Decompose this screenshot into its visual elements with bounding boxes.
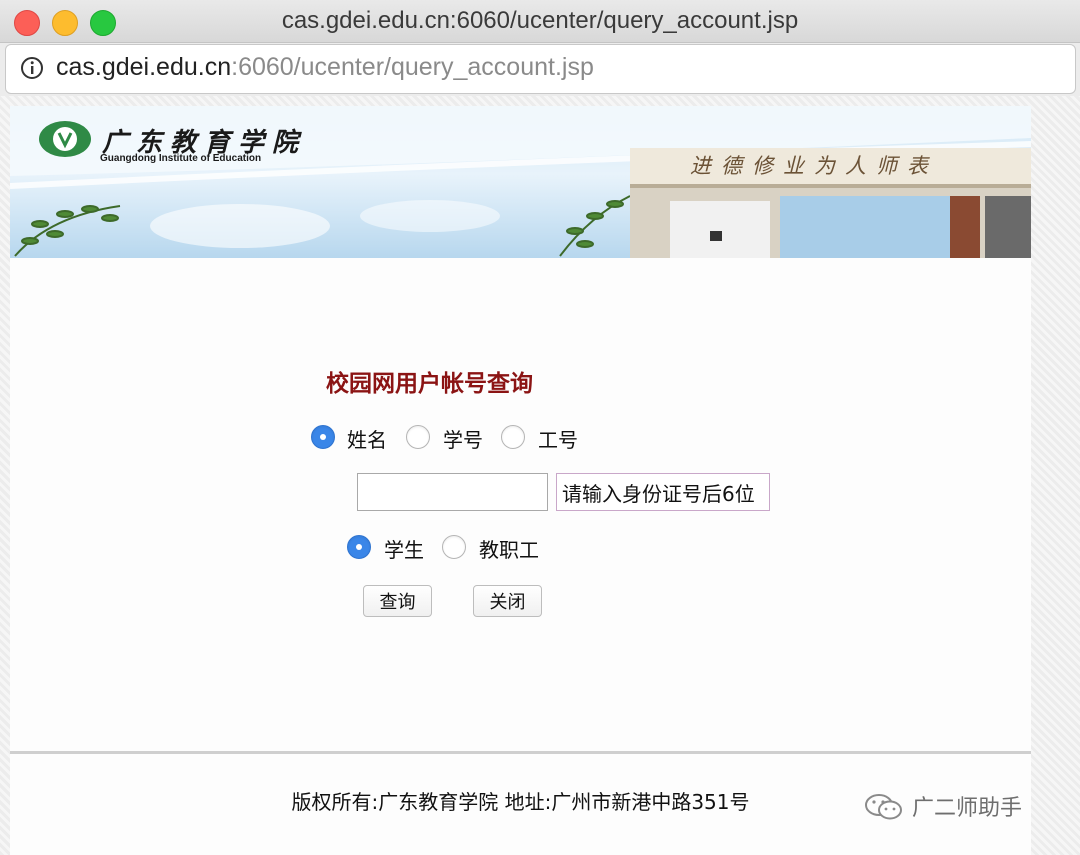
radio-label-staff-id: 工号 — [538, 428, 578, 452]
window-titlebar: cas.gdei.edu.cn:6060/ucenter/query_accou… — [0, 0, 1080, 43]
radio-label-staff: 教职工 — [479, 538, 539, 562]
form-title: 校园网用户帐号查询 — [326, 371, 533, 397]
id-number-hint-field[interactable]: 请输入身份证号后6位 — [556, 473, 770, 511]
name-input[interactable] — [357, 473, 548, 511]
info-icon[interactable] — [20, 56, 44, 80]
url-text[interactable]: cas.gdei.edu.cn:6060/ucenter/query_accou… — [56, 53, 594, 82]
query-button[interactable]: 查询 — [363, 585, 432, 617]
watermark-text: 广二师助手 — [912, 796, 1023, 821]
radio-query-staff-id[interactable] — [501, 425, 525, 449]
radio-user-student[interactable] — [347, 535, 371, 559]
radio-user-staff[interactable] — [442, 535, 466, 559]
wechat-icon — [865, 794, 902, 820]
radio-label-student: 学生 — [384, 538, 424, 562]
window-title: cas.gdei.edu.cn:6060/ucenter/query_accou… — [281, 7, 799, 34]
address-bar[interactable]: cas.gdei.edu.cn:6060/ucenter/query_accou… — [5, 44, 1076, 94]
close-button[interactable]: 关闭 — [473, 585, 542, 617]
url-path: :6060/ucenter/query_account.jsp — [231, 53, 594, 81]
radio-query-name[interactable] — [311, 425, 335, 449]
school-banner: 广东教育学院 Guangdong Institute of Education … — [10, 106, 1031, 258]
url-host: cas.gdei.edu.cn — [56, 53, 232, 81]
radio-query-student-id[interactable] — [406, 425, 430, 449]
radio-label-name: 姓名 — [347, 428, 387, 452]
radio-label-student-id: 学号 — [443, 428, 483, 452]
school-motto: 进德修业为人师表 — [690, 154, 938, 178]
page-content: 广东教育学院 Guangdong Institute of Education … — [10, 106, 1031, 855]
school-name-en: Guangdong Institute of Education — [100, 153, 262, 164]
footer-divider — [10, 751, 1031, 754]
